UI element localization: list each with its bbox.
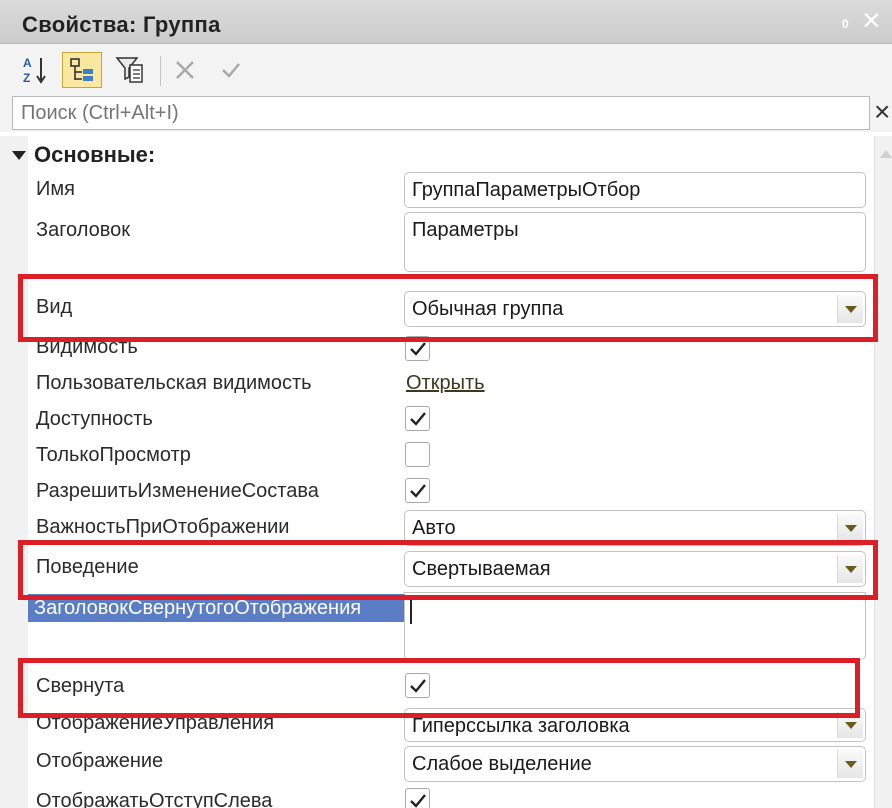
checkmark-icon bbox=[410, 484, 426, 498]
categorized-button[interactable] bbox=[62, 52, 102, 88]
apply-checkmark-icon bbox=[222, 63, 240, 78]
chevron-down-icon[interactable] bbox=[837, 750, 863, 778]
user-visibility-open-link[interactable]: Открыть bbox=[406, 372, 485, 395]
property-label-read-only: ТолькоПросмотр bbox=[36, 444, 191, 466]
property-label-caption: Заголовок bbox=[36, 219, 131, 241]
checkmark-icon bbox=[410, 342, 426, 356]
svg-text:Z: Z bbox=[23, 71, 30, 85]
property-label-display-importance: ВажностьПриОтображении bbox=[36, 516, 290, 538]
sort-alphabetical-icon: A Z bbox=[23, 56, 46, 85]
categorized-icon bbox=[70, 58, 93, 81]
cancel-icon bbox=[176, 61, 194, 79]
checkmark-icon bbox=[410, 794, 426, 808]
allow-change-composition-checkbox[interactable] bbox=[405, 478, 430, 503]
highlight-box-behavior bbox=[18, 540, 878, 600]
property-label-representation: Отображение bbox=[36, 750, 164, 772]
property-label-enabled: Доступность bbox=[36, 408, 153, 430]
window-titlebar: Свойства: Группа 0 × bbox=[0, 0, 892, 44]
expand-triangle-icon bbox=[12, 150, 26, 160]
representation-value: Слабое выделение bbox=[412, 753, 592, 775]
chevron-down-icon[interactable] bbox=[837, 514, 863, 542]
toolbar: A Z bbox=[0, 44, 892, 96]
svg-text:A: A bbox=[23, 56, 32, 70]
show-left-margin-checkbox[interactable] bbox=[405, 788, 430, 808]
control-representation-value: Гиперссылка заголовка bbox=[412, 715, 630, 737]
highlight-box-collapsed bbox=[18, 658, 860, 718]
close-icon[interactable]: × bbox=[862, 4, 881, 36]
filter-button[interactable] bbox=[110, 52, 150, 88]
cancel-button[interactable] bbox=[170, 52, 200, 88]
pin-icon[interactable]: 0 bbox=[842, 17, 849, 31]
section-title: Основные: bbox=[34, 142, 156, 167]
display-importance-value: Авто bbox=[412, 517, 456, 539]
text-caret bbox=[410, 600, 412, 624]
property-label-user-visibility: Пользовательская видимость bbox=[36, 372, 312, 394]
toolbar-separator bbox=[160, 56, 161, 86]
filter-icon bbox=[115, 57, 143, 83]
checkmark-icon bbox=[410, 412, 426, 426]
sort-alphabetical-button[interactable]: A Z bbox=[18, 52, 52, 88]
caption-field[interactable]: Параметры bbox=[404, 212, 866, 272]
name-field[interactable]: ГруппаПараметрыОтбор bbox=[404, 172, 866, 208]
window-title: Свойства: Группа bbox=[22, 12, 221, 37]
highlight-box-kind bbox=[18, 274, 878, 342]
section-header-basic[interactable]: Основные: bbox=[12, 142, 155, 168]
apply-button[interactable] bbox=[216, 52, 246, 88]
search-input[interactable] bbox=[12, 96, 870, 130]
search-clear-icon[interactable]: × bbox=[874, 96, 890, 128]
collapsed-caption-field[interactable] bbox=[404, 592, 866, 660]
property-label-allow-change-composition: РазрешитьИзменениеСостава bbox=[36, 480, 319, 502]
read-only-checkbox[interactable] bbox=[405, 442, 430, 467]
enabled-checkbox[interactable] bbox=[405, 406, 430, 431]
vertical-scrollbar[interactable] bbox=[874, 136, 892, 808]
property-label-show-left-margin: ОтображатьОтступСлева bbox=[36, 790, 273, 808]
representation-select[interactable]: Слабое выделение bbox=[404, 746, 866, 782]
search-row: × bbox=[0, 96, 892, 132]
properties-panel: Основные: Имя ГруппаПараметрыОтбор Загол… bbox=[0, 136, 892, 808]
property-label-name: Имя bbox=[36, 178, 75, 200]
scroll-up-arrow-icon[interactable] bbox=[880, 150, 892, 158]
